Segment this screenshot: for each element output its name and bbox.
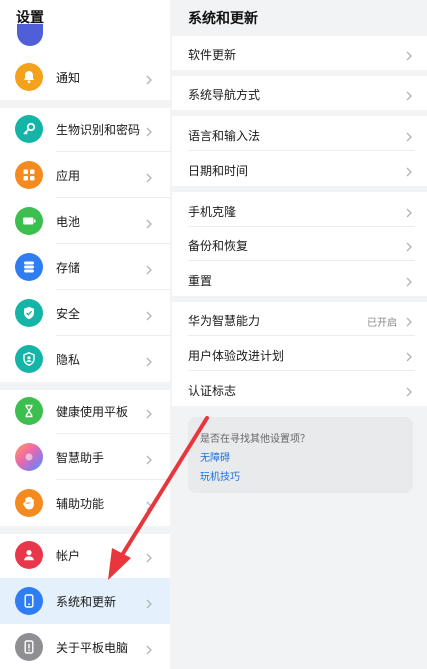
row-label: 日期和时间 [188,164,249,178]
sidebar-item-digital-balance[interactable]: 健康使用平板 [0,388,170,434]
tips-link[interactable]: 玩机技巧 [200,468,240,483]
sidebar-item-notifications[interactable]: 通知 [0,54,170,100]
row-label: 系统导航方式 [188,88,261,102]
chevron-right-icon [144,641,154,655]
settings-group: 系统导航方式 [172,76,427,110]
settings-sidebar: 设置 通知 生物识别和密码 应用 电池 存储 安全 隐私 健康使用平板 智慧助手… [0,0,170,669]
sidebar-item-battery[interactable]: 电池 [0,198,170,244]
partial-icon [17,24,43,46]
row-label: 重置 [188,274,213,288]
privacy-icon [15,345,43,373]
user-experience-program-row[interactable]: 用户体验改进计划 [172,337,427,371]
settings-group: 语言和输入法 日期和时间 [172,116,427,186]
chevron-right-icon [404,204,414,218]
sidebar-item-smart-assistant[interactable]: 智慧助手 [0,434,170,480]
suggestion-card: 是否在寻找其他设置项？ 无障碍 玩机技巧 [188,417,413,493]
hand-icon [15,489,43,517]
settings-group: 手机克隆 备份和恢复 重置 [172,192,427,296]
row-label: 认证标志 [188,384,237,398]
sidebar-item-label: 通知 [56,70,81,85]
chevron-right-icon [144,353,154,367]
system-update-icon [15,587,43,615]
sidebar-item-account[interactable]: 帐户 [0,532,170,578]
chevron-right-icon [144,405,154,419]
apps-grid-icon [15,161,43,189]
row-label: 备份和恢复 [188,239,249,253]
sidebar-item-system-update[interactable]: 系统和更新 [0,578,170,624]
chevron-right-icon [144,451,154,465]
chevron-right-icon [144,215,154,229]
sidebar-item-apps[interactable]: 应用 [0,152,170,198]
row-label: 用户体验改进计划 [188,349,285,363]
chevron-right-icon [404,238,414,252]
key-icon [15,115,43,143]
storage-icon [15,253,43,281]
chevron-right-icon [404,87,414,101]
settings-group: 华为智慧能力 已开启 用户体验改进计划 认证标志 [172,302,427,406]
row-label: 语言和输入法 [188,129,261,143]
battery-icon [15,207,43,235]
chevron-right-icon [144,261,154,275]
chevron-right-icon [404,348,414,362]
language-input-row[interactable]: 语言和输入法 [172,117,427,151]
tablet-info-icon [15,633,43,661]
chevron-right-icon [404,313,414,327]
sidebar-item-accessibility[interactable]: 辅助功能 [0,480,170,526]
chevron-right-icon [144,169,154,183]
sidebar-item-label: 健康使用平板 [56,404,129,419]
chevron-right-icon [144,497,154,511]
chevron-right-icon [144,307,154,321]
status-value: 已开启 [367,318,397,329]
sidebar-item-security[interactable]: 安全 [0,290,170,336]
sidebar-item-label: 隐私 [56,352,81,367]
sidebar-item-label: 帐户 [56,548,81,563]
row-label: 华为智慧能力 [188,314,261,328]
software-update-row[interactable]: 软件更新 [172,36,427,70]
date-time-row[interactable]: 日期和时间 [172,152,427,186]
chevron-right-icon [144,123,154,137]
sidebar-item-label: 辅助功能 [56,496,105,511]
sidebar-item-label: 生物识别和密码 [56,122,141,137]
chevron-right-icon [404,273,414,287]
sidebar-item-biometrics[interactable]: 生物识别和密码 [0,106,170,152]
smart-assistant-icon [15,443,43,471]
hourglass-icon [15,397,43,425]
reset-row[interactable]: 重置 [172,262,427,296]
backup-restore-row[interactable]: 备份和恢复 [172,227,427,261]
sidebar-item-label: 应用 [56,168,81,183]
row-label: 手机克隆 [188,205,237,219]
chevron-right-icon [144,549,154,563]
sidebar-item-label: 存储 [56,260,81,275]
sidebar-item-label: 电池 [56,214,81,229]
bell-icon [15,63,43,91]
phone-clone-row[interactable]: 手机克隆 [172,193,427,227]
chevron-right-icon [404,47,414,61]
account-icon [15,541,43,569]
sidebar-item-label: 安全 [56,306,81,321]
accessibility-link[interactable]: 无障碍 [200,449,230,464]
sidebar-item-label: 系统和更新 [56,594,117,609]
sidebar-item-label: 关于平板电脑 [56,640,129,655]
sidebar-item-privacy[interactable]: 隐私 [0,336,170,382]
chevron-right-icon [144,595,154,609]
chevron-right-icon [404,163,414,177]
chevron-right-icon [144,71,154,85]
suggestion-title: 是否在寻找其他设置项？ [200,434,310,445]
sidebar-item-label: 智慧助手 [56,450,105,465]
page-title: 系统和更新 [188,11,258,27]
system-navigation-row[interactable]: 系统导航方式 [172,76,427,110]
row-label: 软件更新 [188,48,237,62]
chevron-right-icon [404,383,414,397]
settings-group: 软件更新 [172,36,427,70]
certification-logos-row[interactable]: 认证标志 [172,372,427,406]
sidebar-item-about-tablet[interactable]: 关于平板电脑 [0,624,170,669]
shield-check-icon [15,299,43,327]
huawei-smart-capability-row[interactable]: 华为智慧能力 已开启 [172,302,427,336]
sidebar-item-storage[interactable]: 存储 [0,244,170,290]
chevron-right-icon [404,128,414,142]
